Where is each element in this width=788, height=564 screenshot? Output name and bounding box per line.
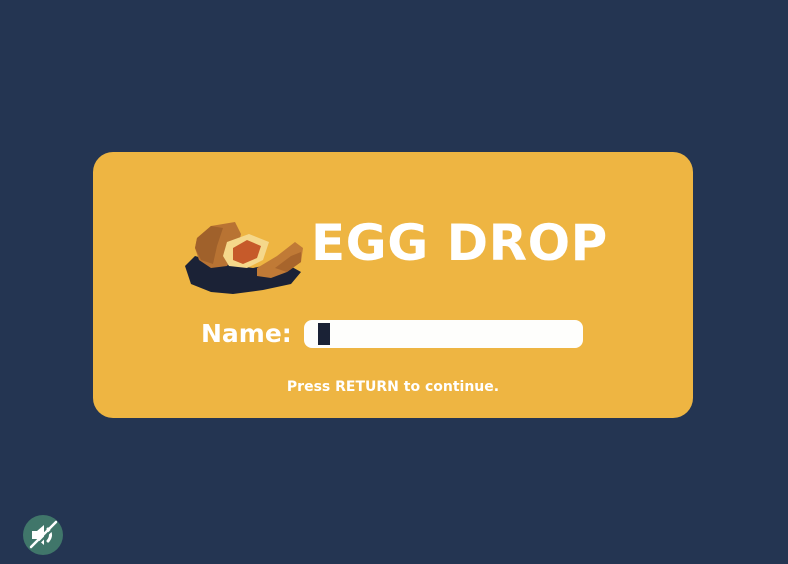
text-cursor <box>318 323 330 345</box>
speaker-muted-icon <box>29 520 59 550</box>
game-title: EGG DROP <box>311 214 608 272</box>
game-logo: EGG DROP <box>183 210 613 300</box>
name-input[interactable] <box>304 320 583 348</box>
name-label: Name: <box>201 319 292 348</box>
name-entry-row: Name: <box>201 318 591 350</box>
game-stage: EGG DROP Name: Press RETURN to continue. <box>0 0 788 564</box>
start-card: EGG DROP Name: Press RETURN to continue. <box>93 152 693 418</box>
cracked-egg-nest-icon <box>185 222 303 294</box>
mute-button[interactable] <box>23 515 63 555</box>
continue-hint: Press RETURN to continue. <box>286 379 500 395</box>
